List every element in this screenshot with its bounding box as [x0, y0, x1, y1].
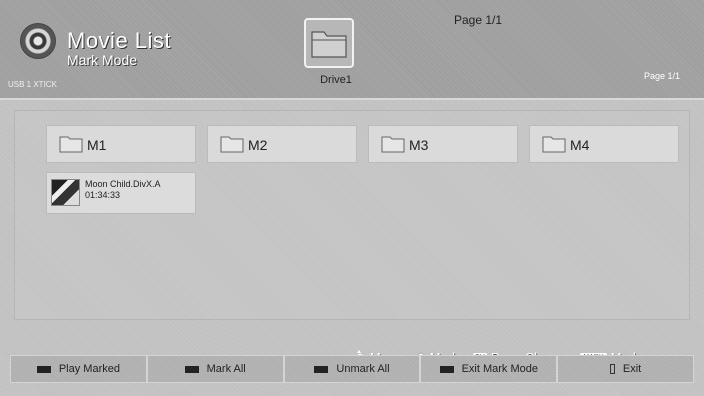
folder-icon	[59, 136, 83, 153]
movie-thumbnail	[51, 179, 80, 206]
yellow-key-icon	[314, 365, 329, 373]
folder-label: M4	[570, 137, 590, 153]
mode-subtitle: Mark Mode	[67, 52, 138, 68]
folder-label: M1	[87, 137, 107, 153]
folder-label: M3	[409, 137, 429, 153]
unmark-all-label: Unmark All	[336, 363, 390, 375]
mark-all-button[interactable]: Mark All	[146, 355, 284, 383]
play-marked-button[interactable]: Play Marked	[10, 355, 147, 383]
folder-item-m4[interactable]: M4	[529, 125, 679, 163]
page-title: Movie List	[67, 28, 172, 53]
file-duration: 01:34:33	[85, 190, 121, 200]
mark-all-label: Mark All	[206, 363, 246, 375]
unmark-all-button[interactable]: Unmark All	[283, 355, 421, 383]
movie-list-screen: Movie List Mark Mode USB 1 XTICK Drive1 …	[0, 0, 704, 396]
exit-label: Exit	[622, 363, 642, 375]
source-label: USB 1 XTICK	[8, 80, 57, 89]
folder-icon	[542, 136, 566, 153]
page-indicator-right: Page 1/1	[643, 71, 680, 81]
exit-mark-mode-label: Exit Mark Mode	[461, 363, 538, 375]
drive-folder-icon[interactable]	[304, 18, 354, 68]
page-indicator-top: Page 1/1	[454, 13, 503, 27]
file-item-movie[interactable]: Moon Child.DivX.A 01:34:33	[46, 172, 196, 214]
drive-label: Drive1	[320, 74, 352, 86]
folder-icon	[381, 136, 405, 153]
exit-mark-mode-button[interactable]: Exit Mark Mode	[420, 355, 558, 383]
blue-key-icon	[439, 365, 454, 373]
button-bar: Play Marked Mark All Unmark All Exit Mar…	[10, 355, 694, 383]
folder-label: M2	[248, 137, 268, 153]
play-marked-label: Play Marked	[58, 363, 120, 375]
exit-key-icon	[609, 364, 615, 374]
header-bar: Movie List Mark Mode USB 1 XTICK Drive1 …	[0, 0, 704, 100]
green-key-icon	[184, 365, 199, 373]
exit-button[interactable]: Exit	[557, 355, 694, 383]
folder-item-m2[interactable]: M2	[207, 125, 357, 163]
folder-item-m1[interactable]: M1	[46, 125, 196, 163]
folder-icon	[220, 136, 244, 153]
movie-reel-icon	[20, 23, 56, 59]
folder-item-m3[interactable]: M3	[368, 125, 518, 163]
file-name: Moon Child.DivX.A	[85, 179, 161, 189]
red-key-icon	[36, 365, 51, 373]
